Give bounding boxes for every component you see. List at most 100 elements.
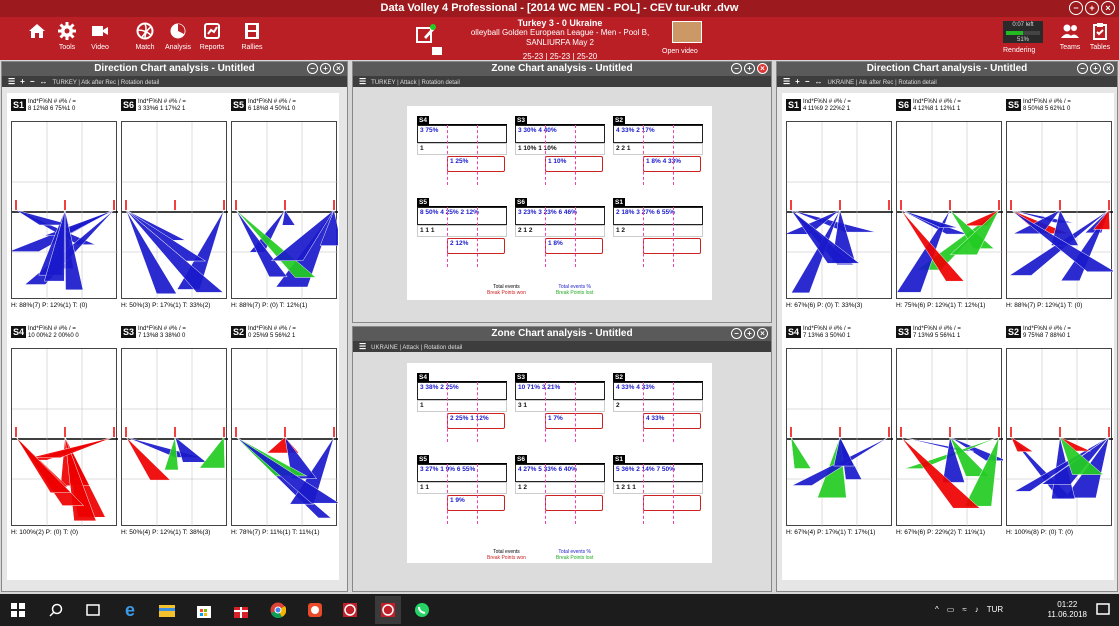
zone-chart-cell: S6 3 23% 3 23% 6 46% 2 1 2 1 8% bbox=[515, 196, 605, 281]
zone-back-row: 1 9% bbox=[447, 495, 505, 511]
language-indicator[interactable]: TUR bbox=[987, 605, 1003, 614]
zone-back-row: 1 10% bbox=[545, 156, 603, 172]
rotation-badge: S6 bbox=[896, 99, 912, 111]
add-icon[interactable]: + bbox=[20, 77, 25, 86]
add-icon[interactable]: + bbox=[744, 63, 755, 74]
direction-chart-cell: S2 Ind*F%N # #% / = 9 75%8 7 88%0 1 H: 100%… bbox=[1004, 324, 1114, 541]
stats-header: Ind*F%N # #% / = bbox=[913, 99, 961, 105]
render-progress: 0:07 left 51% bbox=[1003, 21, 1043, 43]
zone-front-row: 8 50% 4 25% 2 12% bbox=[417, 207, 507, 225]
add-icon[interactable]: + bbox=[1090, 63, 1101, 74]
zone-chart-cell: S1 5 36% 2 14% 7 50% 1 2 1 1 bbox=[613, 453, 703, 538]
video-button[interactable]: Video bbox=[85, 21, 115, 51]
video-thumbnail[interactable] bbox=[672, 21, 702, 43]
search-icon[interactable] bbox=[46, 600, 66, 620]
minimize-icon[interactable]: − bbox=[731, 63, 742, 74]
edge-browser-icon[interactable]: e bbox=[120, 600, 140, 620]
court-diagram bbox=[786, 348, 893, 527]
close-icon[interactable]: × bbox=[1101, 1, 1115, 15]
pane-toolbar: ☰ + − ↔ TURKEY | Atk after Rec | Rotation de… bbox=[2, 76, 347, 87]
swap-icon[interactable]: ↔ bbox=[40, 77, 48, 86]
volleyball-icon bbox=[136, 22, 154, 40]
zone-back-row: 2 25% 1 12% bbox=[447, 413, 505, 429]
task-view-icon[interactable] bbox=[83, 600, 103, 620]
windows-start-icon[interactable] bbox=[8, 600, 28, 620]
menu-icon[interactable]: ☰ bbox=[8, 77, 15, 86]
direction-arrows bbox=[232, 122, 343, 300]
gift-app-icon[interactable] bbox=[231, 600, 251, 620]
stats-values: 3 33%6 1 17%2 1 bbox=[138, 106, 186, 112]
add-icon[interactable]: + bbox=[795, 77, 800, 86]
store-icon[interactable] bbox=[194, 600, 214, 620]
tools-button[interactable]: Tools bbox=[52, 21, 82, 51]
zone-front-row: 5 36% 2 14% 7 50% bbox=[613, 464, 703, 482]
rotation-badge: S3 bbox=[896, 326, 912, 338]
reports-button[interactable]: Reports bbox=[197, 21, 227, 51]
app-icon[interactable] bbox=[305, 600, 325, 620]
zone-chart-cell: S6 4 27% 5 33% 6 40% 1 2 bbox=[515, 453, 605, 538]
zone-front-row: 2 18% 3 27% 6 55% bbox=[613, 207, 703, 225]
system-tray[interactable]: ^ ▭ ≈ ♪ TUR bbox=[935, 605, 1003, 614]
zone-back-row bbox=[643, 238, 701, 254]
minimize-icon[interactable]: − bbox=[307, 63, 318, 74]
window-titlebar: Data Volley 4 Professional - [2014 WC ME… bbox=[0, 0, 1119, 17]
direction-chart-cell: S1 Ind*F%N # #% / = 8 12%8 6 75%1 0 H: 88%(… bbox=[8, 97, 119, 314]
clock[interactable]: 01:22 11.06.2018 bbox=[1048, 600, 1087, 620]
zone-top-pane: Zone Chart analysis - Untitled − + × ☰ TURKE… bbox=[352, 61, 772, 323]
zone-chart-cell: S4 3 75% 1 1 25% bbox=[417, 114, 507, 199]
stats-header: Ind*F%N # #% / = bbox=[138, 326, 186, 332]
edit-match-icon[interactable] bbox=[415, 23, 437, 45]
remove-icon[interactable]: − bbox=[30, 77, 35, 86]
analysis-button[interactable]: Analysis bbox=[163, 21, 193, 51]
court-diagram bbox=[121, 348, 228, 527]
menu-icon[interactable]: ☰ bbox=[359, 342, 366, 351]
zone-bottom-pane: Zone Chart analysis - Untitled − + × ☰ UKRAI… bbox=[352, 326, 772, 592]
minimize-icon[interactable]: − bbox=[731, 328, 742, 339]
chrome-icon[interactable] bbox=[268, 600, 288, 620]
swap-icon[interactable]: ↔ bbox=[815, 77, 823, 86]
keyboard-icon[interactable] bbox=[432, 47, 442, 55]
match-button[interactable]: Match bbox=[130, 21, 160, 51]
home-icon bbox=[29, 24, 45, 38]
menu-icon[interactable]: ☰ bbox=[359, 77, 366, 86]
maximize-icon[interactable]: + bbox=[1085, 1, 1099, 15]
stats-values: 8 50%8 5 62%1 0 bbox=[1023, 106, 1071, 112]
tables-button[interactable]: Tables bbox=[1085, 21, 1115, 51]
direction-chart-cell: S5 Ind*F%N # #% / = 8 50%8 5 62%1 0 H: 88%(… bbox=[1004, 97, 1116, 314]
zone-front-row: 3 23% 3 23% 6 46% bbox=[515, 207, 605, 225]
zone-counts: 2 bbox=[613, 400, 703, 412]
datavolley-icon[interactable] bbox=[340, 600, 360, 620]
whatsapp-icon[interactable] bbox=[412, 600, 432, 620]
direction-chart-cell: S1 Ind*F%N # #% / = 4 11%9 2 22%2 1 H: 67%(… bbox=[784, 97, 894, 314]
home-button[interactable] bbox=[22, 21, 52, 41]
zone-front-row: 3 30% 4 40% bbox=[515, 125, 605, 143]
close-icon[interactable]: × bbox=[1103, 63, 1114, 74]
datavolley-active-icon[interactable] bbox=[375, 596, 401, 624]
court-diagram bbox=[8, 121, 118, 300]
cell-footer: H: 67%(4) P: 17%(1) T: 17%(1) bbox=[786, 529, 876, 536]
menu-icon[interactable]: ☰ bbox=[783, 77, 790, 86]
zone-counts: 1 2 bbox=[613, 225, 703, 237]
add-icon[interactable]: + bbox=[320, 63, 331, 74]
direction-arrows bbox=[787, 349, 893, 527]
analysis-icon bbox=[170, 23, 186, 39]
close-icon[interactable]: × bbox=[757, 328, 768, 339]
zone-chart-cell: S5 8 50% 4 25% 2 12% 1 1 1 2 12% bbox=[417, 196, 507, 281]
remove-icon[interactable]: − bbox=[805, 77, 810, 86]
zone-counts: 2 1 2 bbox=[515, 225, 605, 237]
rallies-button[interactable]: Rallies bbox=[237, 21, 267, 51]
file-explorer-icon[interactable] bbox=[157, 600, 177, 620]
stats-header: Ind*F%N # #% / = bbox=[913, 326, 961, 332]
teams-button[interactable]: Teams bbox=[1055, 21, 1085, 51]
stats-values: 10 00%2 2 00%0 0 bbox=[28, 333, 79, 339]
direction-chart-cell: S4 Ind*F%N # #% / = 10 00%2 2 00%0 0 H: 100… bbox=[9, 324, 119, 541]
stats-values: 9 75%8 7 88%0 1 bbox=[1023, 333, 1071, 339]
notifications-icon[interactable] bbox=[1093, 600, 1113, 620]
direction-arrows bbox=[232, 349, 341, 527]
minimize-icon[interactable]: − bbox=[1077, 63, 1088, 74]
close-icon[interactable]: × bbox=[757, 63, 768, 74]
minimize-icon[interactable]: − bbox=[1069, 1, 1083, 15]
close-icon[interactable]: × bbox=[333, 63, 344, 74]
film-icon bbox=[245, 23, 259, 39]
add-icon[interactable]: + bbox=[744, 328, 755, 339]
